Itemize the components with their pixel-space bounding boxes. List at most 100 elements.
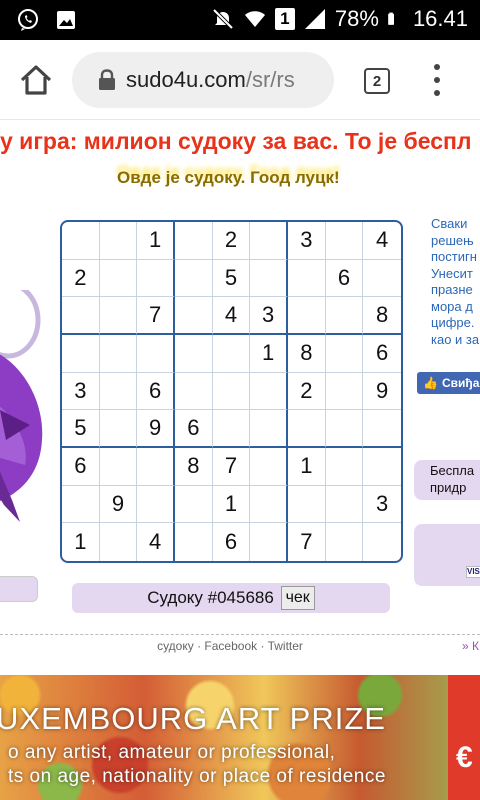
sudoku-cell[interactable] <box>325 222 364 260</box>
sudoku-cell[interactable] <box>175 259 213 298</box>
sudoku-cell[interactable]: 9 <box>363 373 401 411</box>
address-bar[interactable]: sudo4u.com/sr/rs <box>72 52 334 108</box>
sudoku-cell[interactable] <box>250 485 288 524</box>
sudoku-cell[interactable]: 2 <box>288 372 326 411</box>
donate-box[interactable]: Беспла придр <box>414 460 480 500</box>
sudoku-cell[interactable] <box>325 485 364 524</box>
page-headline: у игра: милион судоку за вас. То је бесп… <box>0 128 472 154</box>
sudoku-cell[interactable] <box>99 222 138 260</box>
sudoku-cell[interactable] <box>325 372 364 411</box>
sudoku-cell[interactable] <box>175 297 213 335</box>
sudoku-cell[interactable] <box>250 222 288 260</box>
sudoku-cell[interactable]: 7 <box>137 297 175 335</box>
sudoku-cell[interactable] <box>288 410 326 448</box>
sudoku-cell[interactable]: 5 <box>62 410 100 448</box>
sudoku-cell[interactable]: 2 <box>62 259 100 298</box>
sudoku-cell[interactable]: 1 <box>62 523 100 561</box>
sudoku-cell[interactable] <box>250 448 288 486</box>
divider <box>0 634 480 635</box>
sudoku-cell[interactable] <box>288 485 326 524</box>
sudoku-cell[interactable] <box>212 372 251 411</box>
sudoku-cell[interactable] <box>99 297 138 335</box>
sudoku-cell[interactable] <box>62 485 100 524</box>
ad-banner[interactable]: UXEMBOURG ART PRIZE o any artist, amateu… <box>0 675 480 800</box>
sudoku-cell[interactable] <box>363 410 401 448</box>
sudoku-cell[interactable]: 3 <box>250 297 288 335</box>
sudoku-cell[interactable] <box>325 335 364 373</box>
sudoku-cell[interactable]: 7 <box>212 448 251 486</box>
sudoku-cell[interactable] <box>288 297 326 335</box>
banner-cta-strip[interactable] <box>448 675 480 800</box>
sudoku-cell[interactable] <box>100 523 138 561</box>
left-panel-button[interactable] <box>0 576 38 602</box>
sudoku-cell[interactable]: 8 <box>175 448 213 486</box>
sudoku-cell[interactable]: 3 <box>62 372 100 411</box>
facebook-like-button[interactable]: 👍 Свиђа <box>417 372 480 394</box>
overflow-menu-icon[interactable] <box>428 64 446 96</box>
sudoku-cell[interactable] <box>250 259 288 298</box>
sudoku-cell[interactable]: 5 <box>212 259 251 298</box>
home-icon[interactable] <box>18 62 54 98</box>
sudoku-cell[interactable]: 7 <box>288 523 326 561</box>
sudoku-cell[interactable] <box>363 523 401 561</box>
sudoku-cell[interactable] <box>62 222 100 260</box>
sudoku-cell[interactable]: 6 <box>137 372 175 411</box>
sudoku-cell[interactable] <box>363 448 401 486</box>
sudoku-cell[interactable]: 6 <box>325 259 364 298</box>
sudoku-cell[interactable] <box>175 372 213 411</box>
sudoku-cell[interactable] <box>325 448 364 486</box>
footer-link-sudoku[interactable]: судоку <box>157 639 194 653</box>
sudoku-cell[interactable]: 4 <box>363 222 401 260</box>
sudoku-cell[interactable]: 6 <box>175 410 213 448</box>
sudoku-cell[interactable] <box>325 297 364 335</box>
tab-switcher-button[interactable]: 2 <box>364 68 390 94</box>
sudoku-cell[interactable]: 1 <box>137 222 175 260</box>
sudoku-cell[interactable]: 6 <box>62 448 100 486</box>
sudoku-cell[interactable] <box>137 335 175 373</box>
sudoku-cell[interactable]: 2 <box>212 222 251 260</box>
sudoku-cell[interactable] <box>325 410 364 448</box>
sudoku-cell[interactable] <box>137 485 175 524</box>
sudoku-cell[interactable] <box>175 335 213 373</box>
sudoku-cell[interactable] <box>175 523 213 561</box>
sudoku-cell[interactable] <box>288 259 326 298</box>
sudoku-cell[interactable] <box>326 523 364 561</box>
footer-more-link[interactable]: » К <box>462 639 479 653</box>
sudoku-cell[interactable] <box>175 222 213 260</box>
sudoku-cell[interactable] <box>62 335 100 373</box>
sudoku-cell[interactable] <box>250 372 288 411</box>
sudoku-cell[interactable]: 3 <box>288 222 326 260</box>
thumbs-up-icon: 👍 <box>423 376 438 390</box>
browser-toolbar: sudo4u.com/sr/rs 2 <box>0 40 480 120</box>
sudoku-cell[interactable]: 9 <box>137 410 175 448</box>
sudoku-cell[interactable]: 6 <box>363 335 401 373</box>
sudoku-cell[interactable] <box>250 523 288 561</box>
footer-link-twitter[interactable]: Twitter <box>268 639 303 653</box>
sudoku-cell[interactable]: 6 <box>213 523 251 561</box>
sudoku-cell[interactable]: 1 <box>250 335 288 373</box>
sudoku-cell[interactable] <box>62 297 100 335</box>
sudoku-cell[interactable] <box>99 448 138 486</box>
sudoku-cell[interactable] <box>212 410 251 448</box>
sudoku-cell[interactable] <box>137 448 175 486</box>
sudoku-grid: 12342567438186362959668719131467 <box>60 220 403 563</box>
sudoku-cell[interactable] <box>99 372 138 411</box>
sudoku-cell[interactable]: 1 <box>212 485 251 524</box>
sudoku-cell[interactable] <box>99 410 138 448</box>
sudoku-cell[interactable] <box>250 410 288 448</box>
sudoku-cell[interactable] <box>99 335 138 373</box>
sudoku-cell[interactable] <box>363 260 401 298</box>
sudoku-cell[interactable]: 8 <box>288 335 326 373</box>
sudoku-cell[interactable]: 9 <box>99 485 138 524</box>
sudoku-cell[interactable] <box>99 259 138 298</box>
sudoku-cell[interactable]: 1 <box>288 448 326 486</box>
footer-link-facebook[interactable]: Facebook <box>204 639 257 653</box>
sudoku-cell[interactable]: 8 <box>363 297 401 335</box>
check-button[interactable]: чек <box>280 586 315 610</box>
sudoku-cell[interactable]: 4 <box>137 523 175 561</box>
sudoku-cell[interactable]: 3 <box>363 486 401 524</box>
sudoku-cell[interactable]: 4 <box>212 297 251 335</box>
sudoku-cell[interactable] <box>137 259 175 298</box>
sudoku-cell[interactable] <box>212 335 251 373</box>
sudoku-cell[interactable] <box>175 485 213 524</box>
